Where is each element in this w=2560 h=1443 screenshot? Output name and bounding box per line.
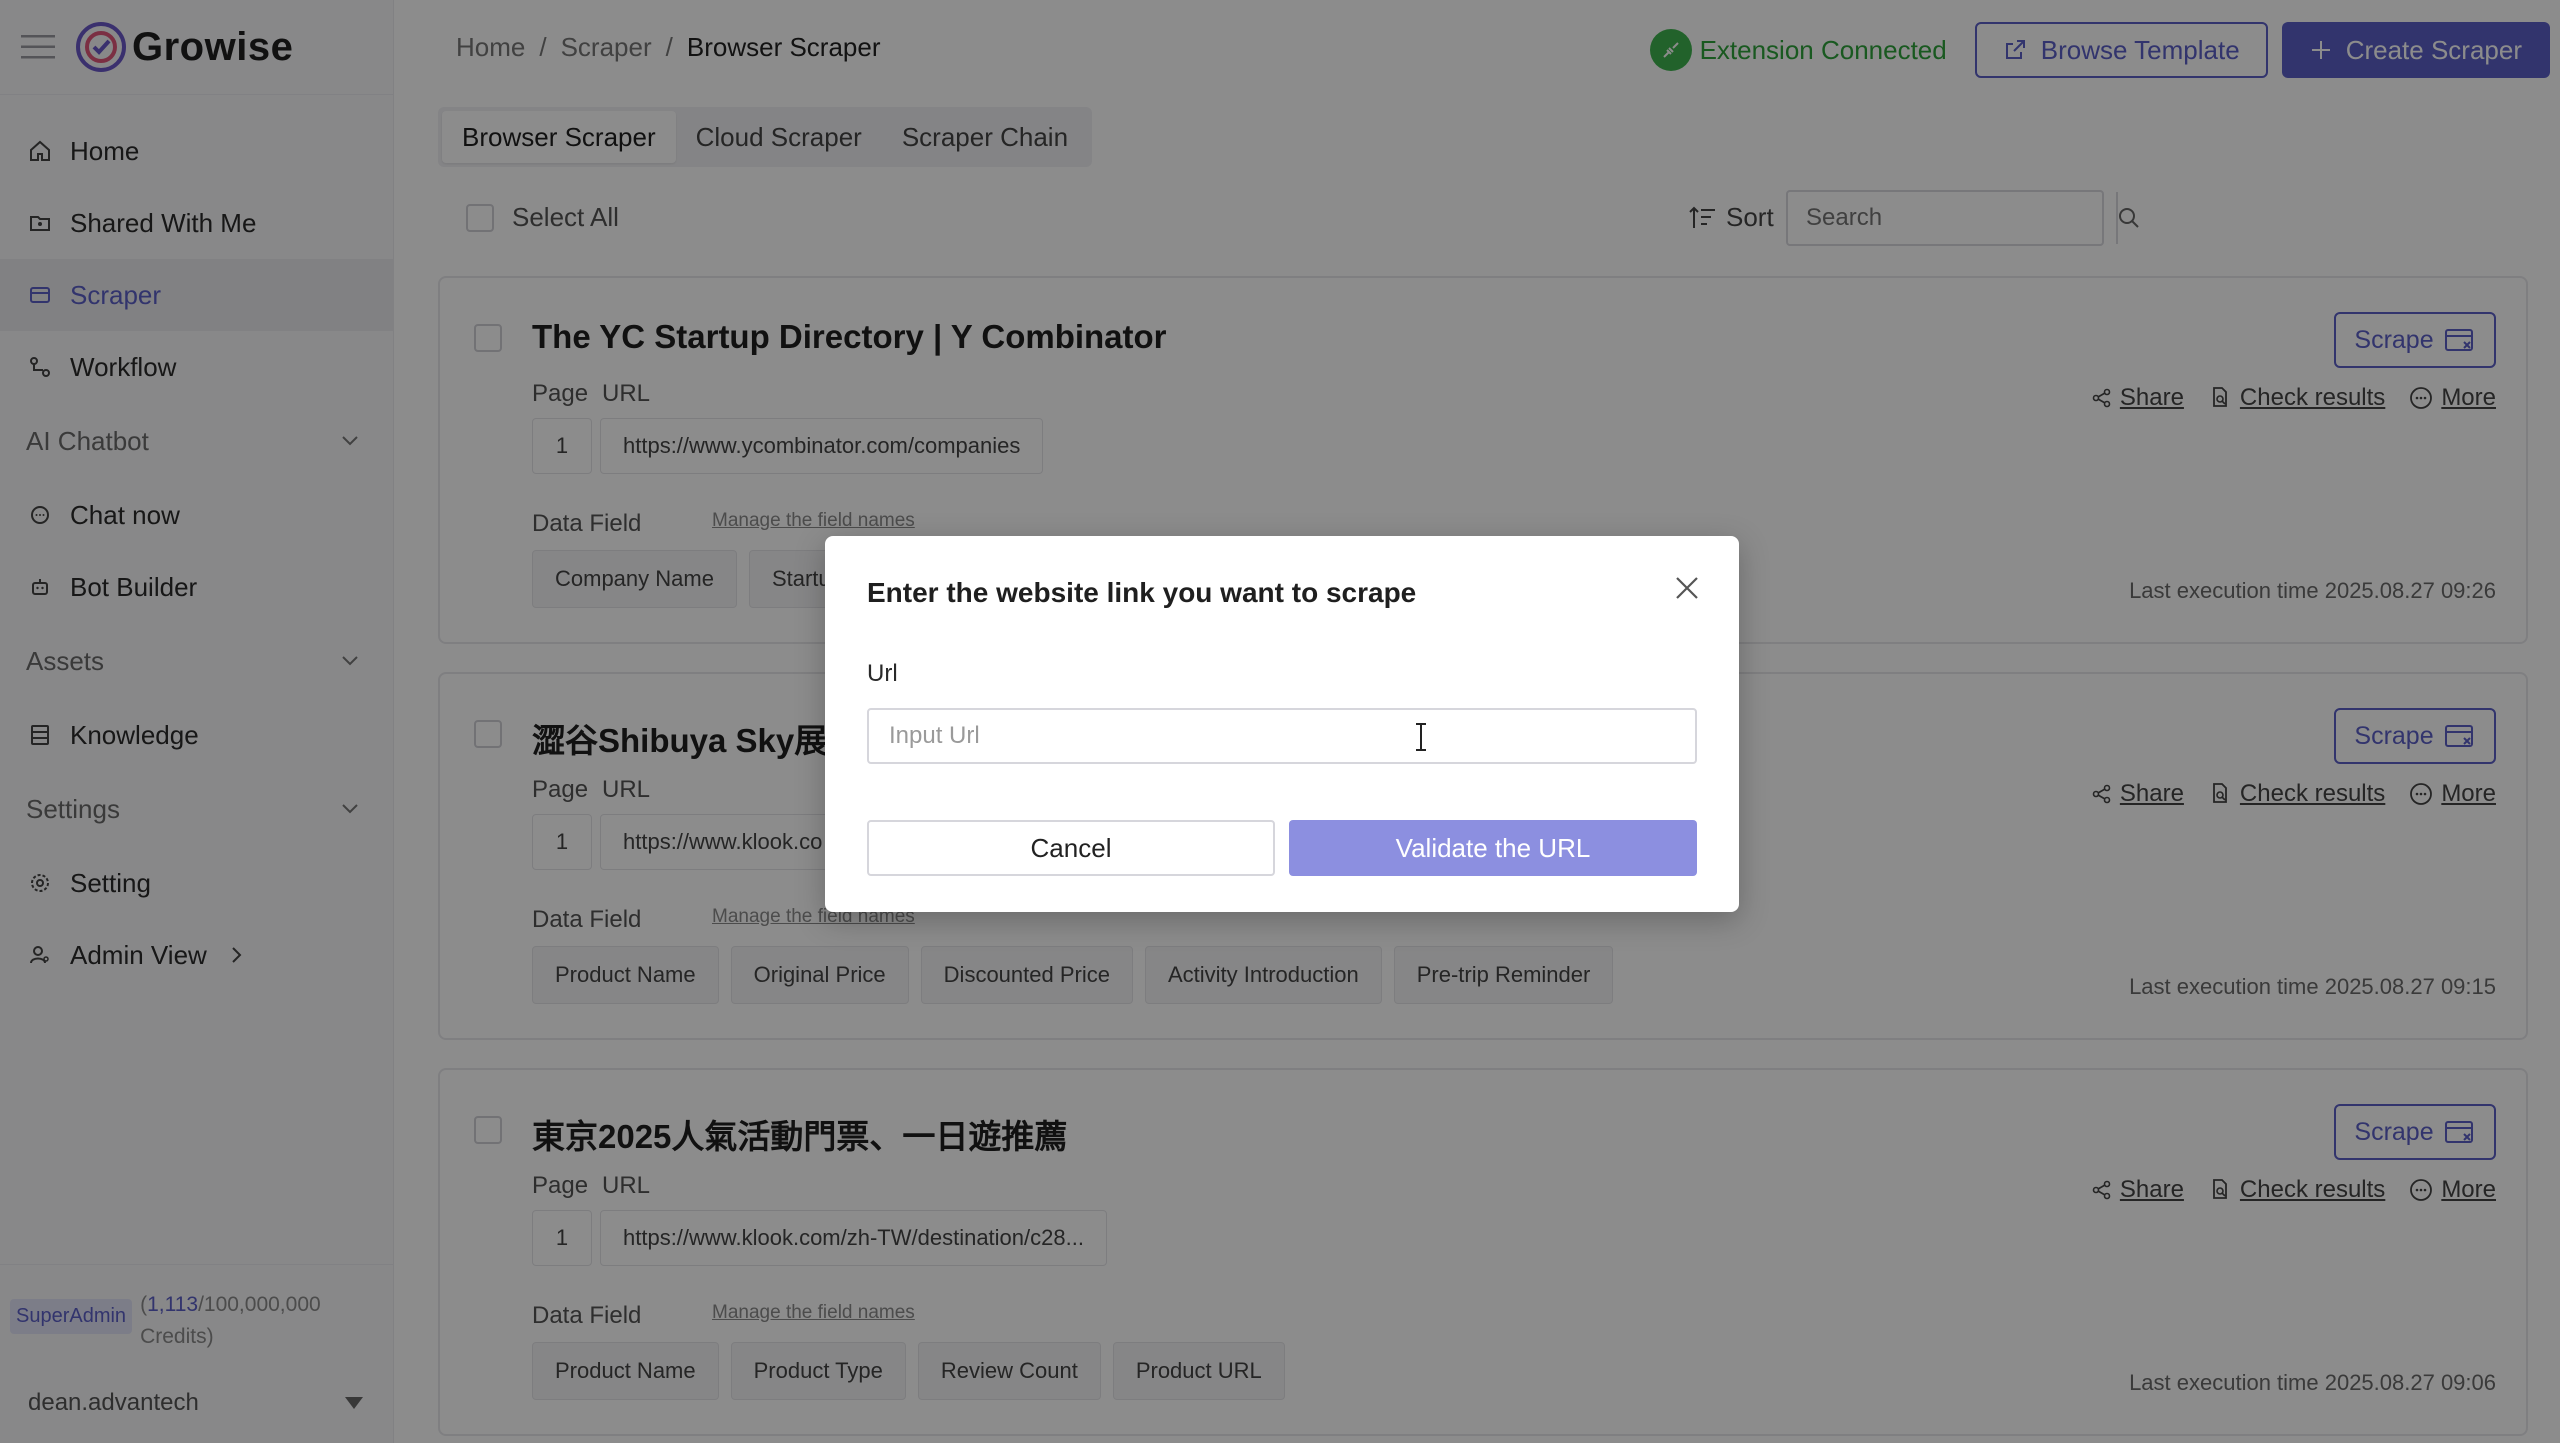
url-dialog: Enter the website link you want to scrap… <box>825 536 1739 912</box>
close-icon[interactable] <box>1671 572 1703 604</box>
validate-url-button[interactable]: Validate the URL <box>1289 820 1697 876</box>
url-input[interactable] <box>867 708 1697 764</box>
text-cursor-icon <box>1416 723 1426 751</box>
url-field-label: Url <box>867 660 898 687</box>
dialog-title: Enter the website link you want to scrap… <box>867 577 1417 608</box>
cancel-button[interactable]: Cancel <box>867 820 1275 876</box>
